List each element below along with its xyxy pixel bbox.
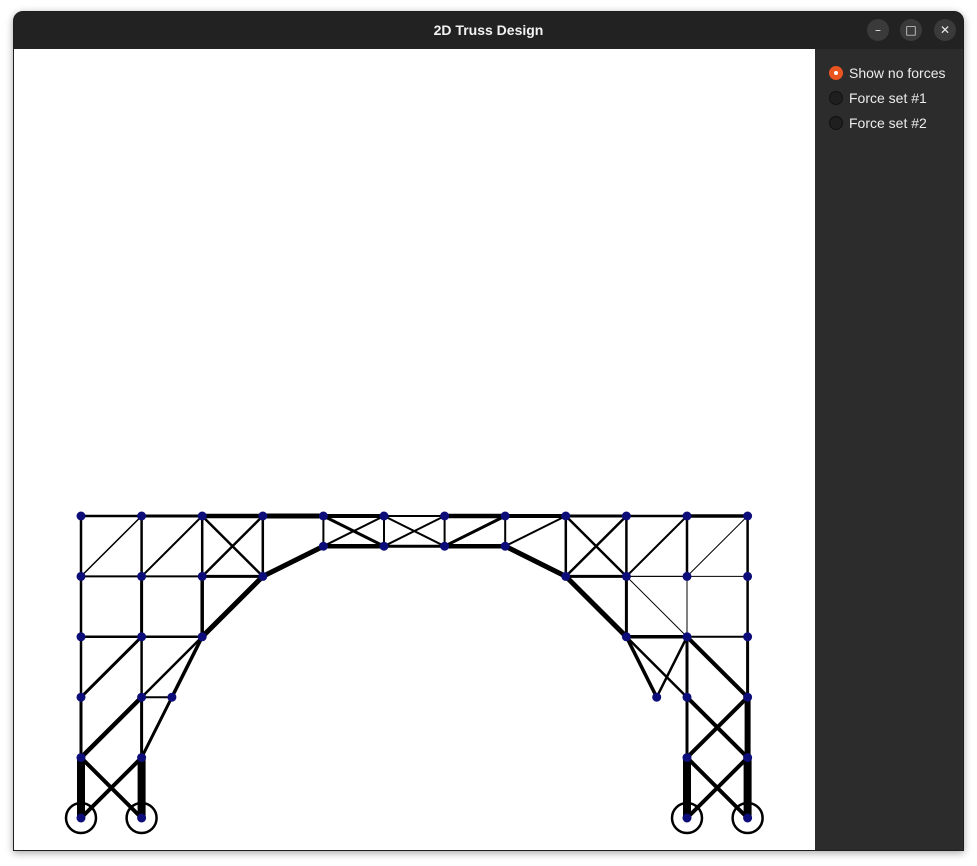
truss-node[interactable] — [318, 541, 328, 551]
radio-label: Force set #2 — [849, 115, 927, 131]
truss-node[interactable] — [137, 632, 147, 642]
app-window: 2D Truss Design – □ ✕ Show no forces For… — [13, 11, 964, 851]
truss-node[interactable] — [682, 753, 692, 763]
truss-member — [260, 543, 326, 579]
truss-member — [685, 634, 750, 700]
truss-member — [78, 694, 144, 760]
truss-node[interactable] — [621, 632, 631, 642]
truss-node[interactable] — [76, 511, 86, 521]
truss-member — [563, 573, 629, 640]
truss-node[interactable] — [76, 632, 86, 642]
truss-node[interactable] — [652, 692, 662, 702]
truss-node[interactable] — [258, 511, 268, 521]
truss-node[interactable] — [561, 511, 571, 521]
truss-node[interactable] — [137, 813, 147, 823]
truss-member — [625, 515, 688, 578]
truss-drawing — [64, 511, 764, 835]
truss-member — [502, 543, 569, 579]
truss-node[interactable] — [682, 571, 692, 581]
truss-member — [655, 635, 689, 699]
truss-member — [140, 695, 174, 760]
truss-node[interactable] — [318, 511, 328, 521]
truss-node[interactable] — [743, 511, 753, 521]
truss-member — [625, 575, 688, 638]
truss-node[interactable] — [197, 571, 207, 581]
truss-node[interactable] — [682, 692, 692, 702]
truss-node[interactable] — [743, 692, 753, 702]
truss-member — [170, 635, 204, 699]
truss-node[interactable] — [197, 511, 207, 521]
truss-node[interactable] — [561, 571, 571, 581]
radio-force-set-1[interactable]: Force set #1 — [829, 88, 927, 108]
radio-unselected-icon[interactable] — [829, 116, 843, 130]
truss-node[interactable] — [682, 813, 692, 823]
title-bar[interactable]: 2D Truss Design – □ ✕ — [14, 12, 963, 49]
maximize-icon: □ — [905, 23, 917, 37]
truss-member — [625, 635, 689, 699]
window-title: 2D Truss Design — [433, 22, 544, 38]
truss-node[interactable] — [137, 753, 147, 763]
truss-node[interactable] — [440, 511, 450, 521]
truss-node[interactable] — [440, 541, 450, 551]
radio-force-set-2[interactable]: Force set #2 — [829, 113, 927, 133]
truss-node[interactable] — [76, 571, 86, 581]
truss-member — [79, 635, 144, 699]
truss-node[interactable] — [76, 692, 86, 702]
truss-member — [624, 635, 659, 699]
truss-node[interactable] — [621, 511, 631, 521]
radio-label: Force set #1 — [849, 90, 927, 106]
truss-node[interactable] — [743, 632, 753, 642]
close-icon: ✕ — [939, 23, 951, 37]
truss-node[interactable] — [500, 541, 510, 551]
truss-node[interactable] — [137, 571, 147, 581]
truss-node[interactable] — [379, 541, 389, 551]
truss-member — [140, 635, 204, 699]
radio-selected-icon[interactable] — [829, 66, 843, 80]
truss-member — [504, 515, 567, 548]
truss-node[interactable] — [621, 571, 631, 581]
truss-member — [443, 514, 507, 548]
truss-node[interactable] — [137, 511, 147, 521]
radio-unselected-icon[interactable] — [829, 91, 843, 105]
truss-node[interactable] — [76, 753, 86, 763]
truss-member — [199, 573, 266, 640]
truss-node[interactable] — [197, 632, 207, 642]
truss-node[interactable] — [76, 813, 86, 823]
radio-show-no-forces[interactable]: Show no forces — [829, 63, 946, 83]
truss-node[interactable] — [743, 571, 753, 581]
truss-node[interactable] — [258, 571, 268, 581]
truss-node[interactable] — [743, 753, 753, 763]
truss-member — [686, 515, 749, 577]
close-button[interactable]: ✕ — [934, 19, 956, 41]
truss-member — [140, 515, 204, 578]
maximize-button[interactable]: □ — [900, 19, 922, 41]
truss-node[interactable] — [682, 632, 692, 642]
truss-node[interactable] — [682, 511, 692, 521]
minimize-icon: – — [875, 23, 881, 37]
truss-member — [80, 515, 143, 578]
truss-node[interactable] — [743, 813, 753, 823]
truss-node[interactable] — [167, 692, 177, 702]
truss-node[interactable] — [500, 511, 510, 521]
force-options-panel: Show no forces Force set #1 Force set #2 — [815, 49, 963, 850]
radio-label: Show no forces — [849, 65, 946, 81]
truss-node[interactable] — [379, 511, 389, 521]
truss-node[interactable] — [137, 692, 147, 702]
truss-canvas[interactable] — [14, 49, 815, 850]
minimize-button[interactable]: – — [867, 19, 889, 41]
